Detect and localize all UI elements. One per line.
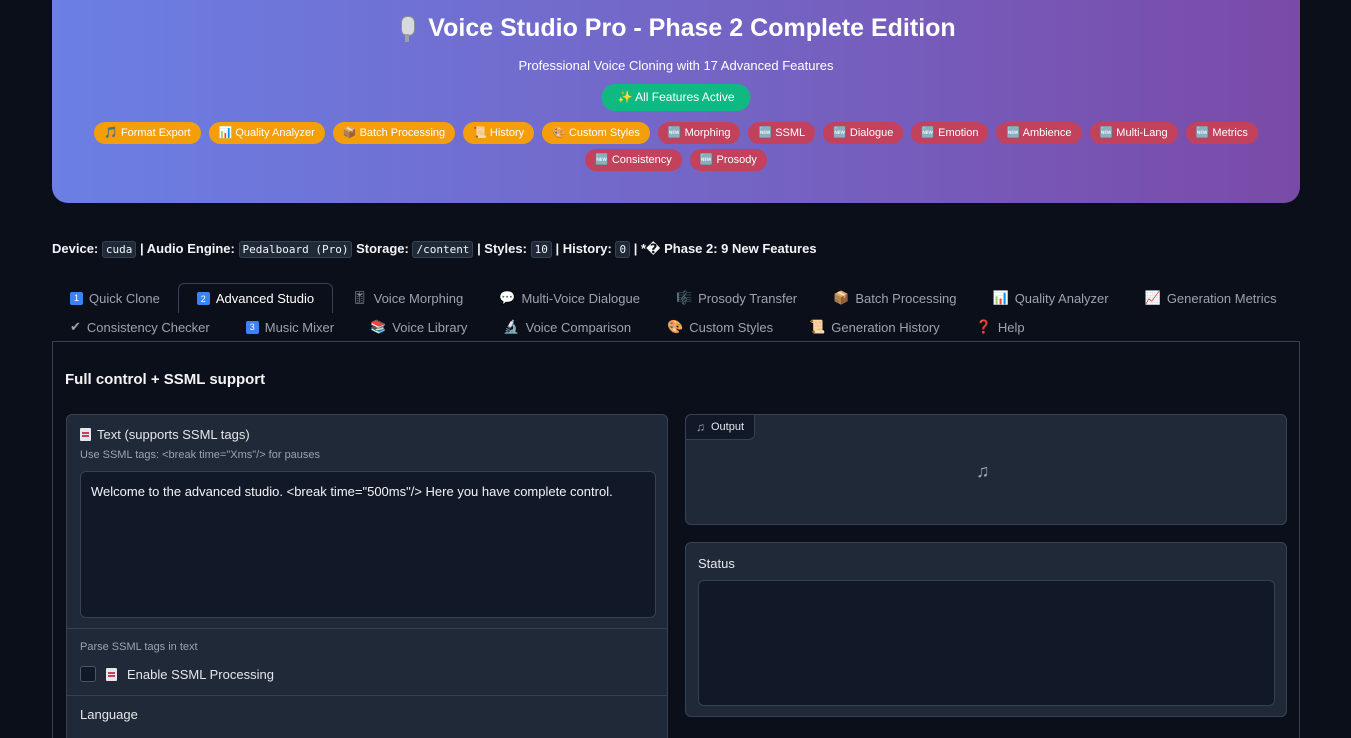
tab-generation-metrics[interactable]: 📈 Generation Metrics [1127,283,1295,313]
divider [67,628,667,629]
tab-label: Help [997,319,1025,335]
feature-badge: 📊 Quality Analyzer [208,122,325,144]
feature-badge: 🆕 Consistency [585,149,682,171]
feature-badge: 📦 Batch Processing [332,122,456,144]
tab-label: Advanced Studio [215,291,315,306]
app-title-text: Voice Studio Pro - Phase 2 Complete Edit… [428,14,956,42]
memo-icon [106,667,117,681]
tab-batch-processing[interactable]: 📦 Batch Processing [815,283,974,313]
feature-badge: 🎵 Format Export [94,122,201,144]
device-value: cuda [101,241,137,258]
tab-icon: 2 [196,292,210,305]
feature-badges: 🎵 Format Export 📊 Quality Analyzer 📦 Batch… [92,122,1260,171]
tab-icon: 🎼 [675,290,693,305]
language-label: Language [80,707,138,722]
tab-bar: 1 Quick Clone 2 Advanced Studio 🎚 Voice Morph… [52,283,1300,341]
all-features-badge: ✨ All Features Active [601,84,751,111]
app-subtitle: Professional Voice Cloning with 17 Advan… [518,58,834,73]
advanced-studio-panel: Full control + SSML support Text (suppor… [52,341,1300,738]
tab-icon: 📈 [1144,290,1161,305]
system-info: Device: cuda | Audio Engine: Pedalboard … [52,241,817,258]
feature-badge: 🆕 Metrics [1185,122,1258,144]
tab-icon: 🔬 [503,319,520,334]
tab-music-mixer[interactable]: 3 Music Mixer [228,313,352,341]
microphone-icon [396,15,418,43]
tab-label: Quality Analyzer [1014,290,1109,306]
text-label: Text (supports SSML tags) [80,427,250,442]
tab-icon: ✔ [70,319,81,334]
tab-label: Voice Library [392,319,468,335]
tab-label: Generation History [831,319,940,335]
feature-badge: 🆕 Prosody [689,149,767,171]
tab-multi-voice-dialogue[interactable]: 💬 Multi-Voice Dialogue [481,283,658,313]
text-input[interactable]: Welcome to the advanced studio. <break t… [80,471,656,618]
status-output[interactable] [698,580,1275,706]
feature-badge: 📜 History [463,122,535,144]
tab-label: Custom Styles [689,319,774,335]
header-banner: Voice Studio Pro - Phase 2 Complete Edit… [52,0,1300,203]
engine-value: Pedalboard (Pro) [238,241,353,258]
music-note-icon: ♫ [696,420,705,434]
tab-label: Music Mixer [264,319,335,335]
tab-row-1: 1 Quick Clone 2 Advanced Studio 🎚 Voice Morph… [52,283,1300,313]
feature-badge: 🆕 Morphing [657,122,741,144]
status-label: Status [698,556,735,571]
feature-badge: 🆕 Multi-Lang [1089,122,1178,144]
tab-consistency-checker[interactable]: ✔ Consistency Checker [52,313,228,341]
tab-icon: 📜 [809,319,826,334]
tab-row-2: ✔ Consistency Checker 3 Music Mixer 📚 Voice L… [52,313,1300,341]
tab-label: Quick Clone [89,290,160,306]
tab-icon: ❓ [975,319,992,334]
tab-label: Generation Metrics [1166,290,1277,306]
tab-generation-history[interactable]: 📜 Generation History [791,313,958,341]
tab-advanced-studio[interactable]: 2 Advanced Studio [177,283,334,313]
status-card: Status [685,542,1287,717]
tab-icon: 1 [70,291,83,305]
tab-label: Batch Processing [855,290,957,306]
tab-icon: 🎨 [667,319,684,334]
tab-voice-library[interactable]: 📚 Voice Library [352,313,485,341]
history-value: 0 [615,241,631,258]
tab-label: Multi-Voice Dialogue [521,290,640,306]
parse-ssml-hint: Parse SSML tags in text [80,641,198,653]
tab-label: Voice Comparison [525,319,632,335]
tab-icon: 📚 [370,319,387,334]
phase-text: | *� Phase 2: 9 New Features [633,241,817,256]
music-note-icon: ♫ [976,461,990,481]
tab-icon: 💬 [499,290,516,305]
tab-quick-clone[interactable]: 1 Quick Clone [52,283,178,313]
tab-voice-morphing[interactable]: 🎚 Voice Morphing [333,283,481,313]
feature-badge: 🆕 Emotion [911,122,989,144]
tab-icon: 📊 [992,290,1009,305]
tab-icon: 📦 [833,290,850,305]
tab-label: Voice Morphing [373,290,464,306]
output-label: ♫ Output [686,415,756,440]
divider [67,695,667,696]
styles-value: 10 [530,241,552,258]
tab-prosody-transfer[interactable]: 🎼 Prosody Transfer [658,283,815,313]
tab-voice-comparison[interactable]: 🔬 Voice Comparison [485,313,649,341]
tab-icon: 3 [245,320,259,334]
tab-icon: 🎚 [351,290,368,305]
ssml-hint: Use SSML tags: <break time="Xms"/> for p… [80,449,321,461]
tab-label: Prosody Transfer [698,290,798,306]
tab-custom-styles[interactable]: 🎨 Custom Styles [649,313,791,341]
panel-heading: Full control + SSML support [65,371,266,388]
ssml-checkbox[interactable] [80,666,96,682]
ssml-checkbox-row[interactable]: Enable SSML Processing [80,666,274,682]
feature-badge: 🆕 Ambience [996,122,1082,144]
tab-quality-analyzer[interactable]: 📊 Quality Analyzer [975,283,1127,313]
memo-icon [80,428,91,441]
feature-badge: 🆕 Dialogue [823,122,904,144]
ssml-checkbox-label: Enable SSML Processing [127,666,274,682]
tab-help[interactable]: ❓ Help [958,313,1043,341]
app-title: Voice Studio Pro - Phase 2 Complete Edit… [52,14,1300,43]
audio-output-card: ♫ Output ♫ [685,414,1287,525]
text-input-card: Text (supports SSML tags) Use SSML tags:… [66,414,668,738]
feature-badge: 🎨 Custom Styles [542,122,650,144]
feature-badge: 🆕 SSML [748,122,816,144]
tab-label: Consistency Checker [86,319,210,335]
storage-value: /content [412,241,474,258]
